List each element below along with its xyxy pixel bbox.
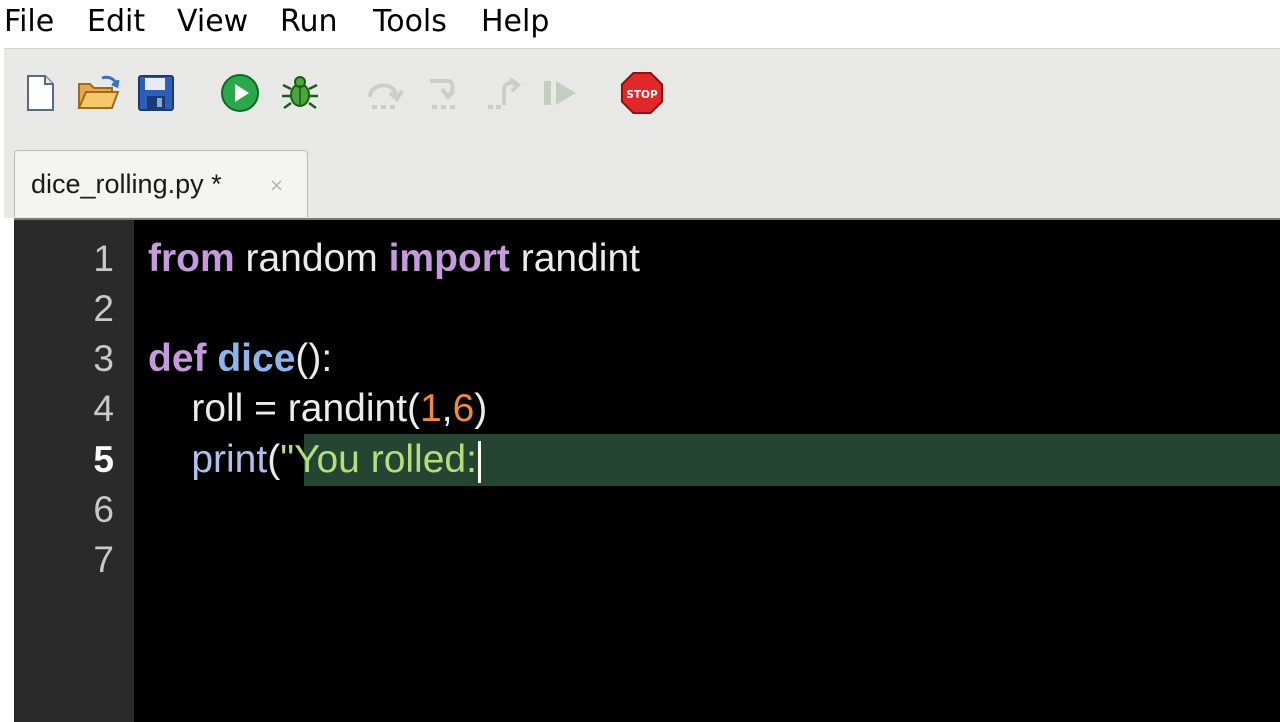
code-editor[interactable]: 1 2 3 4 5 6 7 from random import randint… [14,218,1280,722]
line-number: 6 [93,489,114,530]
tab-strip: dice_rolling.py * × [4,148,1280,218]
tab-dice-rolling[interactable]: dice_rolling.py * × [14,150,308,217]
line-number: 7 [93,539,114,580]
step-out-icon [488,77,522,109]
menu-help[interactable]: Help [481,4,549,40]
stop-icon-label: STOP [626,89,658,101]
menu-edit[interactable]: Edit [87,4,145,40]
code-token: print [191,438,268,481]
code-line-current[interactable]: print("You rolled: [148,435,481,485]
line-number: 2 [93,288,114,329]
run-icon [221,74,259,112]
resume-button[interactable] [538,71,582,115]
code-token: "You rolled: [280,438,477,481]
menu-tools[interactable]: Tools [373,4,447,40]
code-token: random [234,237,389,280]
line-number: 3 [93,338,114,379]
step-over-button[interactable] [362,71,406,115]
line-number: 1 [93,238,114,279]
menu-bar: File Edit View Run Tools Help [0,0,1280,46]
code-token: dice [217,337,296,380]
code-token: roll = randint( [148,387,421,430]
open-folder-icon [77,75,120,109]
code-line[interactable]: roll = randint(1,6) [148,384,487,434]
code-token: def [148,337,207,380]
code-token: (): [295,337,333,380]
stop-icon: STOP [620,71,664,115]
text-cursor [477,440,481,483]
run-button[interactable] [218,71,262,115]
step-into-button[interactable] [422,71,466,115]
new-file-icon [27,75,54,111]
line-number-gutter: 1 2 3 4 5 6 7 [14,220,134,722]
close-icon[interactable]: × [269,175,284,196]
code-line[interactable]: from random import randint [148,234,640,284]
resume-icon [544,81,576,105]
new-file-button[interactable] [18,71,62,115]
step-into-icon [430,79,456,109]
menu-view[interactable]: View [177,4,248,40]
line-number: 4 [93,388,114,429]
step-over-icon [368,83,404,109]
save-button[interactable] [134,71,178,115]
code-token: 6 [452,387,475,430]
toolbar: STOP [4,48,1280,149]
stop-button[interactable]: STOP [620,71,664,115]
code-token: from [148,237,235,280]
code-token: ) [474,387,488,430]
debug-button[interactable] [278,71,322,115]
code-token: import [388,237,510,280]
debug-bug-icon [282,76,318,110]
step-out-button[interactable] [482,71,526,115]
menu-run[interactable]: Run [280,4,338,40]
open-file-button[interactable] [76,71,120,115]
code-token: 1 [420,387,442,430]
code-token: randint [509,237,640,280]
menu-file[interactable]: File [4,4,54,40]
code-token: , [441,387,453,430]
code-token: ( [267,438,281,481]
code-line[interactable]: def dice(): [148,334,332,384]
save-icon [138,75,174,111]
tab-title: dice_rolling.py * [31,169,222,199]
line-number-current: 5 [93,439,114,480]
